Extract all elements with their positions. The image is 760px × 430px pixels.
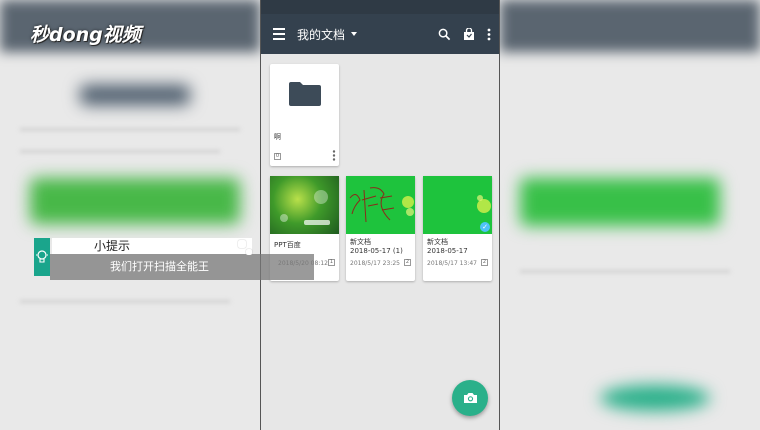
folder-card[interactable]: 啊 0 xyxy=(270,64,339,166)
check-icon: ✓ xyxy=(480,222,490,232)
lightbulb-icon xyxy=(34,238,50,276)
document-date: 2018/5/17 13:47 xyxy=(427,260,477,267)
document-thumbnail xyxy=(270,176,339,234)
more-vert-icon[interactable] xyxy=(487,28,491,41)
document-card[interactable]: 新文档 2018-05-17 (1) 2018/5/17 23:25 2 xyxy=(346,176,415,281)
page-title: 我的文档 xyxy=(297,27,346,42)
folder-count-badge: 0 xyxy=(274,153,281,160)
page-count-badge: 2 xyxy=(481,259,488,266)
caret-down-icon xyxy=(351,32,358,36)
phone-screen: 我的文档 啊 0 PPT百度 08:12 1 新文档 2018-05-17 (1… xyxy=(260,0,500,430)
document-name: 新文档 xyxy=(427,238,448,246)
blurred-left-panel xyxy=(0,0,260,430)
document-date: 2018/5/17 23:25 xyxy=(350,260,400,267)
screen: 我的文档 啊 0 PPT百度 08:12 1 新文档 2018-05-17 (1… xyxy=(0,0,760,430)
document-card[interactable]: ✓ 新文档 2018-05-17 2018/5/17 13:47 2 xyxy=(423,176,492,281)
watermark-logo: 秒dong视频 xyxy=(30,24,141,46)
folder-selector[interactable]: 我的文档 xyxy=(297,26,358,43)
tip-text: 我们打开扫描全能王 xyxy=(50,254,314,280)
document-name: PPT百度 xyxy=(274,241,301,249)
document-thumbnail: ✓ xyxy=(423,176,492,234)
camera-icon xyxy=(463,393,477,403)
document-name-line2: 2018-05-17 xyxy=(427,247,468,255)
bag-icon[interactable] xyxy=(463,27,475,41)
blurred-right-panel xyxy=(500,0,760,430)
page-count-badge: 2 xyxy=(404,259,411,266)
folder-icon xyxy=(289,82,321,106)
page-count-badge: 1 xyxy=(328,259,335,266)
document-thumbnail xyxy=(346,176,415,234)
document-name-line2: 2018-05-17 (1) xyxy=(350,247,403,255)
more-vert-icon[interactable] xyxy=(332,150,336,161)
status-bar xyxy=(261,0,499,14)
app-bar: 我的文档 xyxy=(261,14,499,54)
tip-title: 小提示 xyxy=(52,238,252,254)
folder-name: 啊 xyxy=(274,133,281,141)
document-name: 新文档 xyxy=(350,238,371,246)
search-icon[interactable] xyxy=(438,28,451,41)
tip-overlay: 小提示 我们打开扫描全能王 xyxy=(34,238,314,280)
menu-icon[interactable] xyxy=(261,14,297,54)
camera-fab-button[interactable] xyxy=(452,380,488,416)
